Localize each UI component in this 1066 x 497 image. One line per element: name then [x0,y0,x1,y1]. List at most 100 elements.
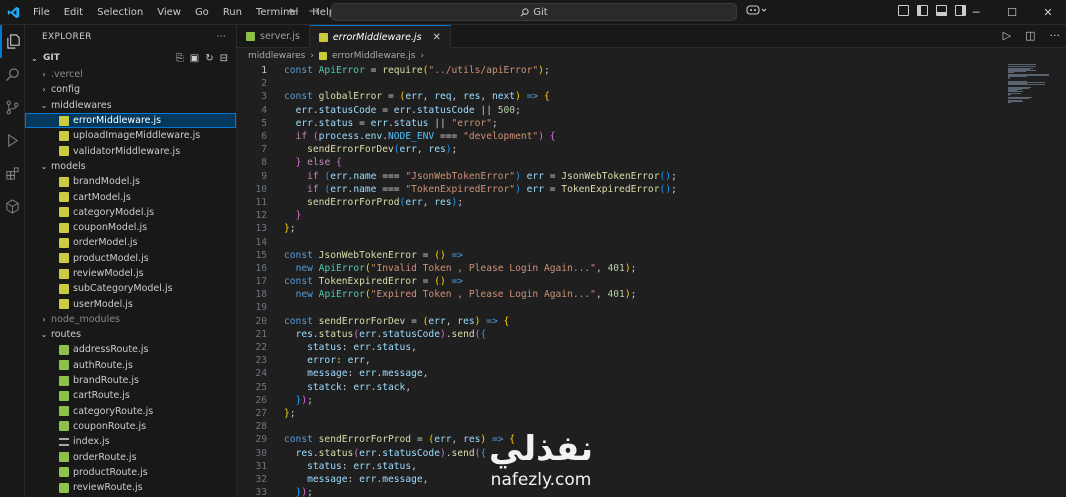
line-number: 5 [261,117,267,129]
tree-file[interactable]: cartRoute.js [25,388,236,403]
tree-item-label: cartRoute.js [73,390,130,402]
toggle-panel-icon[interactable] [936,5,947,16]
tree-item-label: models [51,160,86,172]
js-file-icon [59,253,69,264]
line-number: 17 [255,276,267,288]
tree-file[interactable]: brandModel.js [25,174,236,189]
tab-errormiddleware-js[interactable]: errorMiddleware.js ✕ [309,25,451,48]
tree-item-label: brandRoute.js [73,375,139,387]
explorer-title: EXPLORER [42,32,92,42]
code-line: 14 [237,235,1066,248]
code-line: 19 [237,301,1066,314]
source-control-icon[interactable] [0,91,25,124]
tree-item-label: middlewares [51,99,112,111]
code-text: sendErrorForDev(err, res); [307,144,458,156]
tree-file[interactable]: authRoute.js [25,358,236,373]
js-file-icon [59,176,69,187]
tree-file[interactable]: couponRoute.js [25,419,236,434]
close-tab-icon[interactable]: ✕ [433,32,441,43]
tree-folder[interactable]: ⌄ models [25,159,236,174]
minimap[interactable] [1008,64,1052,104]
split-editor-icon[interactable]: ◫ [1025,29,1035,42]
line-number: 8 [261,157,267,169]
line-number: 13 [255,223,267,235]
vscode-logo-icon [2,0,24,25]
code-text: const TokenExpiredError = () => [284,276,464,288]
js-file-icon [59,344,69,355]
extensions-icon[interactable] [0,157,25,190]
code-line: 28 [237,420,1066,433]
line-number: 23 [255,355,267,367]
tree-item-label: orderRoute.js [73,451,137,463]
collapse-all-icon[interactable]: ⊟ [220,53,228,64]
tree-file[interactable]: reviewModel.js [25,266,236,281]
forward-arrow-icon[interactable]: → [309,4,320,19]
remote-explorer-icon[interactable] [0,190,25,223]
minimize-icon[interactable]: ─ [958,0,994,25]
watermark-arabic: نفذلي [488,429,594,469]
tree-item-label: errorMiddleware.js [73,115,162,127]
tree-item-label: uploadImageMiddleware.js [73,130,201,142]
code-line: 15 const JsonWebTokenError = () => [237,249,1066,262]
js-file-icon [59,283,69,294]
watermark-logo: نفذلي nafezly.com [466,428,616,496]
refresh-icon[interactable]: ↻ [205,53,213,64]
tree-file[interactable]: couponModel.js [25,220,236,235]
tree-file[interactable]: reviewRoute.js [25,480,236,495]
menu-item-selection[interactable]: Selection [90,7,150,18]
close-icon[interactable]: ✕ [1030,0,1066,25]
breadcrumb-file[interactable]: errorMiddleware.js [332,51,415,61]
code-editor[interactable]: 1 const ApiError = require("../utils/apiE… [237,64,1066,497]
js-file-icon [59,268,69,279]
tree-folder[interactable]: › .vercel [25,67,236,82]
explorer-icon[interactable] [0,25,25,58]
chevron-down-icon: ⌄ [40,330,48,340]
code-text: sendErrorForProd(err, res); [307,196,464,208]
new-folder-icon[interactable]: ▣ [190,53,199,64]
tree-folder[interactable]: › node_modules [25,312,236,327]
search-icon[interactable] [0,58,25,91]
maximize-icon[interactable]: ☐ [994,0,1030,25]
menu-item-edit[interactable]: Edit [57,7,90,18]
more-actions-icon[interactable]: ··· [217,32,226,42]
tree-file[interactable]: orderRoute.js [25,449,236,464]
chevron-right-icon: › [42,314,46,324]
back-arrow-icon[interactable]: ← [288,4,299,19]
code-line: 33 }); [237,486,1066,497]
tree-file[interactable]: cartModel.js [25,189,236,204]
command-center[interactable]: Git [331,3,737,21]
more-actions-icon[interactable]: ··· [1050,29,1061,42]
tree-file[interactable]: productModel.js [25,251,236,266]
tree-file[interactable]: orderModel.js [25,235,236,250]
menu-item-go[interactable]: Go [188,7,216,18]
tree-file[interactable]: addressRoute.js [25,342,236,357]
menu-item-run[interactable]: Run [216,7,249,18]
tree-folder[interactable]: ⌄ middlewares [25,98,236,113]
menu-item-view[interactable]: View [150,7,188,18]
new-file-icon[interactable]: ⎘ [176,53,184,64]
tree-file[interactable]: brandRoute.js [25,373,236,388]
tree-file[interactable]: categoryRoute.js [25,404,236,419]
tree-folder[interactable]: ⌄ routes [25,327,236,342]
code-line: 4 err.statusCode = err.statusCode || 500… [237,104,1066,117]
breadcrumb-folder[interactable]: middlewares [248,51,305,61]
toggle-primary-sidebar-icon[interactable] [917,5,928,16]
customize-layout-icon[interactable] [898,5,909,16]
tree-file[interactable]: userModel.js [25,296,236,311]
tree-file[interactable]: productRoute.js [25,465,236,480]
workspace-section-header[interactable]: ⌄ GIT ⎘ ▣ ↻ ⊟ [25,49,236,67]
run-file-icon[interactable]: ▷ [1003,29,1011,42]
tab-server-js[interactable]: server.js [237,25,310,48]
tree-folder[interactable]: › config [25,82,236,97]
run-debug-icon[interactable] [0,124,25,157]
tree-file[interactable]: index.js [25,434,236,449]
copilot-icon[interactable] [746,4,768,19]
tree-file[interactable]: subCategoryModel.js [25,281,236,296]
code-line: 12 } [237,209,1066,222]
tree-file[interactable]: categoryModel.js [25,205,236,220]
tree-file[interactable]: uploadImageMiddleware.js [25,128,236,143]
menu-item-file[interactable]: File [26,7,57,18]
code-text: res.status(err.statusCode).send({ [295,447,487,459]
tree-file[interactable]: validatorMiddleware.js [25,143,236,158]
tree-file[interactable]: errorMiddleware.js [25,112,236,129]
